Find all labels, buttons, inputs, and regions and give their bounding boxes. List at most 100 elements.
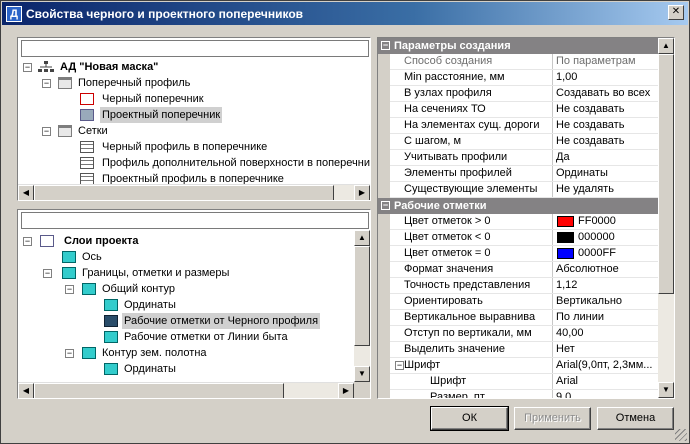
- title-bar[interactable]: Д Свойства черного и проектного поперечн…: [2, 2, 688, 25]
- property-row[interactable]: Min расстояние, мм 1,00: [378, 70, 658, 86]
- property-value[interactable]: 1,00: [554, 70, 658, 85]
- property-row[interactable]: − Шрифт Arial(9,0пт, 2,3мм...: [378, 358, 658, 374]
- scroll-down-icon[interactable]: ▼: [658, 382, 674, 398]
- close-button[interactable]: ✕: [668, 5, 684, 20]
- tree-node-work-marks-black[interactable]: Рабочие отметки от Черного профиля: [18, 313, 354, 329]
- tree-node-label: Проектный поперечник: [100, 107, 223, 123]
- row-gutter: [378, 246, 390, 262]
- property-row[interactable]: Точность представления 1,12: [378, 278, 658, 294]
- tree-node-work-marks-existing[interactable]: Рабочие отметки от Линии быта: [18, 329, 354, 345]
- property-name: Цвет отметок = 0: [390, 246, 553, 261]
- collapse-icon[interactable]: −: [381, 41, 390, 50]
- collapse-icon[interactable]: −: [65, 349, 74, 358]
- tree-node-black-profile-grid[interactable]: Черный профиль в поперечнике: [18, 139, 370, 155]
- layer-icon: [62, 267, 76, 279]
- property-row[interactable]: Учитывать профили Да: [378, 150, 658, 166]
- collapse-icon[interactable]: −: [23, 237, 32, 246]
- property-value[interactable]: Ординаты: [554, 166, 658, 181]
- property-value[interactable]: 40,00: [554, 326, 658, 341]
- horizontal-scrollbar[interactable]: ◀ ▶: [18, 184, 370, 200]
- property-row[interactable]: Отступ по вертикали, мм 40,00: [378, 326, 658, 342]
- tree-node-general-contour[interactable]: − Общий контур: [18, 281, 354, 297]
- collapse-icon[interactable]: −: [42, 127, 51, 136]
- property-row[interactable]: Формат значения Абсолютное: [378, 262, 658, 278]
- tree-node-ordinates-1[interactable]: Ординаты: [18, 297, 354, 313]
- property-row[interactable]: Элементы профилей Ординаты: [378, 166, 658, 182]
- property-row[interactable]: С шагом, м Не создавать: [378, 134, 658, 150]
- tree-node-ordinates-2[interactable]: Ординаты: [18, 361, 354, 377]
- collapse-icon[interactable]: −: [65, 285, 74, 294]
- property-row[interactable]: Выделить значение Нет: [378, 342, 658, 358]
- collapse-icon[interactable]: −: [42, 79, 51, 88]
- scroll-left-icon[interactable]: ◀: [18, 185, 34, 200]
- vertical-scrollbar[interactable]: ▲ ▼: [658, 38, 674, 398]
- property-name: На сечениях ТО: [390, 102, 553, 117]
- property-row[interactable]: На сечениях ТО Не создавать: [378, 102, 658, 118]
- tree-bottom-search-input[interactable]: [21, 212, 369, 229]
- property-value[interactable]: Да: [554, 150, 658, 165]
- property-value[interactable]: Не создавать: [554, 118, 658, 133]
- tree-node-label: Сетки: [78, 125, 108, 137]
- tree-top-search-input[interactable]: [21, 40, 369, 57]
- scroll-right-icon[interactable]: ▶: [354, 185, 370, 200]
- property-value[interactable]: Не удалять: [554, 182, 658, 197]
- property-row[interactable]: На элементах сущ. дороги Не создавать: [378, 118, 658, 134]
- tree-node-cross-profile[interactable]: − Поперечный профиль: [18, 75, 370, 91]
- property-value[interactable]: Arial(9,0пт, 2,3мм...: [554, 358, 658, 373]
- tree-node-additional-surface-grid[interactable]: Профиль дополнительной поверхности в поп…: [18, 155, 370, 171]
- property-value[interactable]: Arial: [554, 374, 658, 389]
- scroll-down-icon[interactable]: ▼: [354, 366, 370, 382]
- tree-node-subgrade-contour[interactable]: − Контур зем. полотна: [18, 345, 354, 361]
- horizontal-scrollbar[interactable]: ◀ ▶: [18, 382, 354, 398]
- property-row[interactable]: Способ создания По параметрам: [378, 54, 658, 70]
- property-row[interactable]: Размер, пт 9,0: [378, 390, 658, 398]
- tree-node-black-cross[interactable]: Черный поперечник: [18, 91, 370, 107]
- property-name: Формат значения: [390, 262, 553, 277]
- property-value[interactable]: Абсолютное: [554, 262, 658, 277]
- property-row[interactable]: Ориентировать Вертикально: [378, 294, 658, 310]
- scroll-thumb[interactable]: [34, 185, 334, 200]
- apply-button[interactable]: Применить: [514, 407, 591, 430]
- cancel-button[interactable]: Отмена: [597, 407, 674, 430]
- property-row[interactable]: Шрифт Arial: [378, 374, 658, 390]
- collapse-icon[interactable]: −: [43, 269, 52, 278]
- scroll-right-icon[interactable]: ▶: [338, 383, 354, 398]
- property-value[interactable]: Не создавать: [554, 134, 658, 149]
- scroll-thumb[interactable]: [658, 54, 674, 294]
- property-value[interactable]: По параметрам: [554, 54, 658, 69]
- property-row[interactable]: В узлах профиля Создавать во всех: [378, 86, 658, 102]
- property-row[interactable]: Вертикальное выравнива По линии: [378, 310, 658, 326]
- property-row[interactable]: Существующие элементы Не удалять: [378, 182, 658, 198]
- property-value[interactable]: Нет: [554, 342, 658, 357]
- tree-node-axis[interactable]: Ось: [18, 249, 354, 265]
- tree-node-project-layers[interactable]: − Слои проекта: [18, 233, 354, 249]
- scroll-thumb[interactable]: [354, 246, 370, 346]
- property-value[interactable]: 1,12: [554, 278, 658, 293]
- property-row[interactable]: Цвет отметок = 0 0000FF: [378, 246, 658, 262]
- property-row[interactable]: Цвет отметок > 0 FF0000: [378, 214, 658, 230]
- property-row[interactable]: Цвет отметок < 0 000000: [378, 230, 658, 246]
- tree-node-root[interactable]: − АД "Новая маска": [18, 59, 370, 75]
- scroll-up-icon[interactable]: ▲: [658, 38, 674, 54]
- property-name: В узлах профиля: [390, 86, 553, 101]
- scroll-left-icon[interactable]: ◀: [18, 383, 34, 398]
- scroll-thumb[interactable]: [34, 383, 284, 398]
- ok-button[interactable]: ОК: [430, 406, 509, 431]
- tree-node-project-cross[interactable]: Проектный поперечник: [18, 107, 370, 123]
- tree-node-grids[interactable]: − Сетки: [18, 123, 370, 139]
- vertical-scrollbar[interactable]: ▲ ▼: [354, 230, 370, 382]
- property-value[interactable]: По линии: [554, 310, 658, 325]
- property-name: Min расстояние, мм: [390, 70, 553, 85]
- collapse-icon[interactable]: −: [381, 201, 390, 210]
- tree-node-borders[interactable]: − Границы, отметки и размеры: [18, 265, 354, 281]
- tree-node-project-profile-grid[interactable]: Проектный профиль в поперечнике: [18, 171, 370, 185]
- collapse-icon[interactable]: −: [23, 63, 32, 72]
- property-value[interactable]: Не создавать: [554, 102, 658, 117]
- property-value[interactable]: Создавать во всех: [554, 86, 658, 101]
- property-value[interactable]: Вертикально: [554, 294, 658, 309]
- property-value[interactable]: 9,0: [554, 390, 658, 398]
- category-creation-params[interactable]: − Параметры создания: [378, 38, 658, 54]
- scroll-up-icon[interactable]: ▲: [354, 230, 370, 246]
- resize-grip[interactable]: [675, 429, 687, 441]
- category-work-marks[interactable]: − Рабочие отметки: [378, 198, 658, 214]
